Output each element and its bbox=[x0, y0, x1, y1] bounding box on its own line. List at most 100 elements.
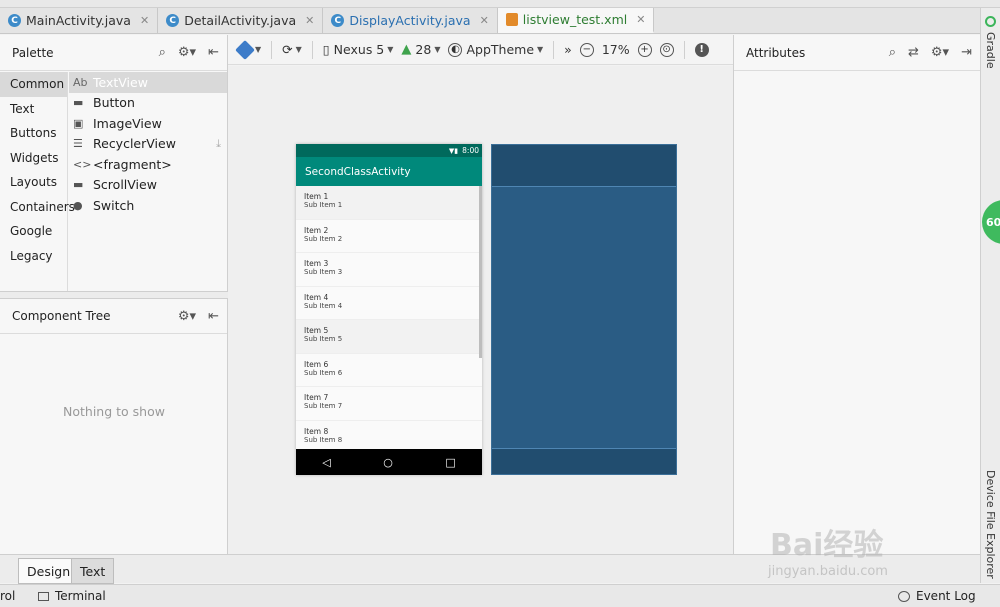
gradle-tool-button[interactable]: Gradle bbox=[984, 32, 997, 69]
palette-item-fragment[interactable]: <> <fragment> bbox=[69, 154, 227, 175]
event-log-button[interactable]: Event Log bbox=[898, 589, 976, 603]
phone-preview[interactable]: ▼▮ 8:00 SecondClassActivity Item 1 Sub It… bbox=[296, 144, 482, 475]
palette-item-label: TextView bbox=[93, 74, 148, 90]
theme-label: AppTheme bbox=[466, 42, 535, 57]
zoom-out-button[interactable]: − bbox=[579, 42, 594, 57]
rotate-icon: ⟳ bbox=[282, 42, 293, 57]
terminal-button[interactable]: Terminal bbox=[38, 589, 106, 603]
android-icon: ▲ bbox=[401, 42, 412, 57]
warning-icon: ! bbox=[694, 42, 709, 57]
phone-icon: ▯ bbox=[322, 42, 330, 57]
gear-icon[interactable]: ⚙▾ bbox=[178, 309, 196, 324]
swap-icon[interactable]: ⇄ bbox=[908, 45, 919, 60]
terminal-icon bbox=[38, 591, 49, 601]
right-tool-strip: Gradle Device File Explorer bbox=[980, 8, 1000, 583]
palette-category-buttons[interactable]: Buttons bbox=[0, 121, 67, 146]
tab-label: DisplayActivity.java bbox=[349, 13, 471, 28]
list-item[interactable]: Item 8 Sub Item 8 bbox=[296, 421, 482, 450]
warnings-button[interactable]: ! bbox=[694, 42, 709, 57]
palette-category-widgets[interactable]: Widgets bbox=[0, 146, 67, 171]
palette-category-google[interactable]: Google bbox=[0, 219, 67, 244]
tab-detail-activity[interactable]: C DetailActivity.java ✕ bbox=[158, 8, 324, 33]
attributes-header: Attributes ⌕ ⇄ ⚙▾ ⇥ bbox=[734, 35, 980, 71]
empty-tree-message: Nothing to show bbox=[63, 404, 165, 419]
api-level-selector[interactable]: ▲ 28 ▼ bbox=[401, 42, 440, 57]
status-bar: ▼▮ 8:00 bbox=[296, 144, 482, 157]
hide-panel-icon[interactable]: ⇥ bbox=[961, 45, 972, 60]
list-item[interactable]: Item 5 Sub Item 5 bbox=[296, 320, 482, 354]
close-icon[interactable]: ✕ bbox=[305, 14, 314, 27]
list-item[interactable]: Item 3 Sub Item 3 bbox=[296, 253, 482, 287]
overflow-icon[interactable]: » bbox=[564, 42, 572, 57]
orientation-button[interactable]: ⟳ ▼ bbox=[282, 42, 302, 57]
panel-splitter[interactable] bbox=[0, 291, 228, 299]
status-time: 8:00 bbox=[462, 146, 479, 155]
close-icon[interactable]: ✕ bbox=[636, 13, 645, 26]
palette-item-imageview[interactable]: ▣ ImageView bbox=[69, 113, 227, 134]
hide-panel-icon[interactable]: ⇤ bbox=[208, 45, 219, 60]
palette-item-label: Switch bbox=[93, 197, 135, 213]
list-item[interactable]: Item 1 Sub Item 1 bbox=[296, 186, 482, 220]
palette-category-legacy[interactable]: Legacy bbox=[0, 244, 67, 269]
layers-icon bbox=[235, 39, 255, 60]
theme-selector[interactable]: ◐ AppTheme ▼ bbox=[448, 42, 543, 57]
download-icon[interactable]: ⤓ bbox=[216, 137, 221, 151]
list-item-title: Item 2 bbox=[304, 225, 329, 235]
gear-icon[interactable]: ⚙▾ bbox=[178, 45, 196, 60]
device-selector[interactable]: ▯ Nexus 5 ▼ bbox=[323, 42, 394, 57]
palette-category-layouts[interactable]: Layouts bbox=[0, 170, 67, 195]
design-canvas[interactable]: ▼▮ 8:00 SecondClassActivity Item 1 Sub It… bbox=[228, 66, 733, 554]
zoom-in-button[interactable]: + bbox=[637, 42, 652, 57]
zoom-out-icon: − bbox=[579, 42, 594, 57]
signal-icon: ▼▮ bbox=[448, 146, 459, 155]
list-item[interactable]: Item 4 Sub Item 4 bbox=[296, 287, 482, 320]
palette-item-label: ImageView bbox=[93, 115, 162, 131]
attributes-title: Attributes bbox=[746, 45, 806, 60]
tab-design[interactable]: Design bbox=[18, 558, 80, 584]
blueprint-preview[interactable] bbox=[491, 144, 677, 475]
list-item-title: Item 3 bbox=[304, 259, 329, 268]
palette-item-switch[interactable]: ● Switch bbox=[69, 195, 227, 216]
list-scrollbar[interactable] bbox=[479, 186, 482, 358]
palette-category-containers[interactable]: Containers bbox=[0, 195, 75, 220]
design-surface-button[interactable]: ▼ bbox=[235, 39, 261, 60]
blueprint-appbar bbox=[492, 145, 676, 187]
palette-categories: Common Text Buttons Widgets Layouts Cont… bbox=[0, 72, 75, 291]
listview-preview[interactable]: Item 1 Sub Item 1 Item 2 Sub Item 2 Item 3… bbox=[296, 186, 482, 449]
zoom-fit-button[interactable]: ⊙ bbox=[659, 42, 674, 57]
palette-item-textview[interactable]: Ab TextView bbox=[69, 72, 227, 93]
gear-icon[interactable]: ⚙▾ bbox=[931, 45, 949, 60]
palette-category-text[interactable]: Text bbox=[0, 97, 67, 122]
palette-category-common[interactable]: Common bbox=[0, 72, 67, 97]
hide-panel-icon[interactable]: ⇤ bbox=[208, 309, 219, 324]
home-icon: ○ bbox=[383, 455, 393, 469]
design-toolbar: ▼ ⟳ ▼ ▯ Nexus 5 ▼ ▲ 28 ▼ ◐ AppTheme ▼ » − 17%… bbox=[228, 35, 733, 65]
device-label: Nexus 5 bbox=[333, 42, 385, 57]
tab-label: listview_test.xml bbox=[522, 12, 628, 27]
component-tree-panel: Component Tree ⚙▾ ⇤ Nothing to show bbox=[0, 299, 228, 554]
close-icon[interactable]: ✕ bbox=[140, 14, 149, 27]
tab-display-activity[interactable]: C DisplayActivity.java ✕ bbox=[323, 8, 498, 33]
device-file-explorer-tool-button[interactable]: Device File Explorer bbox=[984, 470, 997, 579]
palette-item-button[interactable]: ▬ Button bbox=[69, 93, 227, 114]
tab-text[interactable]: Text bbox=[71, 558, 115, 584]
status-left-label[interactable]: rol bbox=[0, 589, 15, 603]
watermark-url: jingyan.baidu.com bbox=[768, 564, 888, 579]
palette-item-recyclerview[interactable]: ☰ RecyclerView ⤓ bbox=[69, 134, 227, 155]
tab-listview-test-xml[interactable]: listview_test.xml ✕ bbox=[497, 8, 655, 33]
search-icon[interactable]: ⌕ bbox=[889, 45, 896, 60]
list-item[interactable]: Item 6 Sub Item 6 bbox=[296, 354, 482, 387]
list-item[interactable]: Item 2 Sub Item 2 bbox=[296, 220, 482, 253]
palette-item-scrollview[interactable]: ▬ ScrollView bbox=[69, 175, 227, 196]
tab-label: DetailActivity.java bbox=[184, 13, 297, 28]
tab-main-activity[interactable]: C MainActivity.java ✕ bbox=[0, 8, 159, 33]
event-log-label: Event Log bbox=[916, 589, 976, 603]
list-item[interactable]: Item 7 Sub Item 7 bbox=[296, 387, 482, 421]
terminal-label: Terminal bbox=[55, 589, 106, 603]
blueprint-navbar bbox=[492, 448, 676, 474]
close-icon[interactable]: ✕ bbox=[480, 14, 489, 27]
app-title: SecondClassActivity bbox=[305, 165, 411, 178]
list-item-subtitle: Sub Item 2 bbox=[304, 234, 343, 243]
palette-item-label: Button bbox=[93, 95, 135, 111]
search-icon[interactable]: ⌕ bbox=[159, 45, 166, 60]
